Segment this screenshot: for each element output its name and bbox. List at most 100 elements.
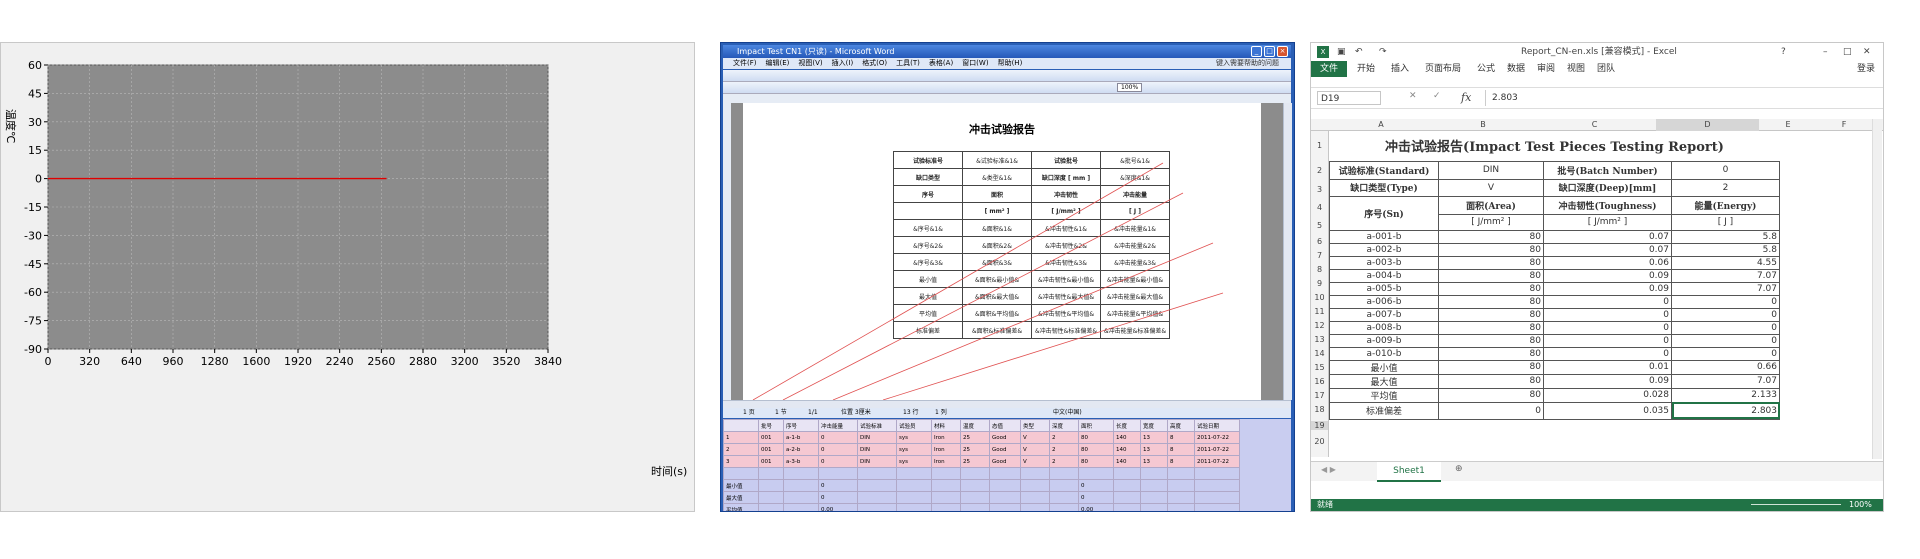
sn-cell[interactable]: a-004-b	[1329, 268, 1439, 283]
grid-empty-cell[interactable]	[1167, 491, 1195, 504]
value-cell[interactable]: 80	[1438, 346, 1544, 361]
grid-cell[interactable]: 2011-07-22	[1194, 431, 1240, 444]
row-header[interactable]: 4	[1311, 203, 1328, 212]
menu-format[interactable]: 格式(O)	[862, 58, 887, 69]
row-header[interactable]: 3	[1311, 185, 1328, 194]
value-cell[interactable]: 0.035	[1543, 401, 1672, 420]
grid-stats-cell[interactable]: 0	[1078, 491, 1114, 504]
grid-empty-cell[interactable]	[1049, 503, 1079, 511]
grid-cell[interactable]: 0	[818, 443, 858, 456]
grid-empty-cell[interactable]	[931, 479, 961, 492]
value-cell[interactable]: 0	[1543, 320, 1672, 335]
sn-cell[interactable]: 最小值	[1329, 359, 1439, 375]
grid-cell[interactable]: 8	[1167, 443, 1195, 456]
grid-cell[interactable]: Good	[989, 431, 1021, 444]
grid-empty-cell[interactable]	[857, 491, 897, 504]
grid-cell[interactable]: 25	[960, 443, 990, 456]
grid-cell[interactable]: 001	[758, 455, 784, 468]
grid-cell[interactable]: 80	[1078, 443, 1114, 456]
help-icon[interactable]: ?	[1781, 43, 1786, 61]
function-icon[interactable]: fx	[1461, 91, 1471, 104]
value-cell[interactable]: 0	[1671, 333, 1780, 348]
sheet-nav-icon[interactable]: ◀ ▶	[1321, 465, 1336, 474]
area-unit-cell[interactable]: [ J/mm² ]	[1438, 213, 1544, 231]
value-cell[interactable]: 0	[1543, 346, 1672, 361]
save-icon[interactable]: ▣	[1337, 43, 1346, 61]
grid-empty-cell[interactable]	[896, 503, 932, 511]
grid-empty-cell[interactable]	[1194, 479, 1240, 492]
grid-column-header[interactable]: 类型	[1020, 419, 1050, 432]
value-cell[interactable]: 2.803	[1671, 401, 1780, 420]
word-horizontal-scrollbar[interactable]	[723, 400, 1291, 408]
grid-column-header[interactable]: 面积	[1078, 419, 1114, 432]
value-cell[interactable]: 80	[1438, 387, 1544, 403]
value-cell[interactable]: 80	[1438, 255, 1544, 270]
value-cell[interactable]: 0.028	[1543, 387, 1672, 403]
grid-empty-cell[interactable]	[1020, 479, 1050, 492]
grid-empty-cell[interactable]	[1194, 491, 1240, 504]
grid-cell[interactable]: Iron	[931, 443, 961, 456]
batch-label-cell[interactable]: 批号(Batch Number)	[1543, 160, 1672, 180]
batch-value-cell[interactable]: 0	[1671, 160, 1780, 180]
toughness-unit-cell[interactable]: [ J/mm² ]	[1543, 213, 1672, 231]
word-vertical-scrollbar[interactable]	[1283, 103, 1292, 400]
grid-cell[interactable]: 13	[1140, 443, 1168, 456]
word-close-button[interactable]: ×	[1277, 46, 1288, 57]
menu-window[interactable]: 窗口(W)	[962, 58, 988, 69]
tab-team[interactable]: 团队	[1597, 61, 1615, 77]
sn-cell[interactable]: 平均值	[1329, 387, 1439, 403]
value-cell[interactable]: 0.07	[1543, 229, 1672, 244]
row-header[interactable]: 9	[1311, 279, 1328, 288]
column-header-f[interactable]: F	[1817, 119, 1871, 131]
grid-stats-cell[interactable]: 最小值	[723, 479, 759, 492]
cancel-icon[interactable]: ✕	[1409, 91, 1417, 101]
type-label-cell[interactable]: 缺口类型(Type)	[1329, 178, 1439, 197]
value-cell[interactable]: 5.8	[1671, 242, 1780, 257]
row-header[interactable]: 11	[1311, 307, 1328, 316]
excel-vertical-scrollbar[interactable]	[1872, 119, 1882, 459]
row-header[interactable]: 2	[1311, 166, 1328, 175]
row-header[interactable]: 17	[1311, 391, 1328, 400]
grid-cell[interactable]: 2	[1049, 431, 1079, 444]
grid-cell[interactable]: 2	[1049, 455, 1079, 468]
menu-tools[interactable]: 工具(T)	[896, 58, 920, 69]
grid-column-header[interactable]: 批号	[758, 419, 784, 432]
value-cell[interactable]: 0.07	[1543, 242, 1672, 257]
grid-cell[interactable]: V	[1020, 443, 1050, 456]
grid-cell[interactable]: Good	[989, 443, 1021, 456]
sn-cell[interactable]: a-009-b	[1329, 333, 1439, 348]
maximize-icon[interactable]: □	[1843, 43, 1852, 61]
grid-empty-cell[interactable]	[783, 479, 819, 492]
grid-empty-cell[interactable]	[783, 491, 819, 504]
grid-column-header[interactable]: 长度	[1113, 419, 1141, 432]
row-header[interactable]: 18	[1311, 405, 1328, 414]
value-cell[interactable]: 0	[1671, 346, 1780, 361]
grid-empty-cell[interactable]	[857, 479, 897, 492]
value-cell[interactable]: 7.07	[1671, 373, 1780, 389]
sn-cell[interactable]: a-008-b	[1329, 320, 1439, 335]
grid-cell[interactable]: 2011-07-22	[1194, 455, 1240, 468]
deep-label-cell[interactable]: 缺口深度(Deep)[mm]	[1543, 178, 1672, 197]
grid-empty-cell[interactable]	[1049, 479, 1079, 492]
grid-empty-cell[interactable]	[1140, 503, 1168, 511]
value-cell[interactable]: 80	[1438, 268, 1544, 283]
tab-home[interactable]: 开始	[1357, 61, 1375, 77]
grid-column-header[interactable]: 试验员	[896, 419, 932, 432]
row-header[interactable]: 19	[1311, 420, 1328, 430]
row-header[interactable]: 20	[1311, 437, 1328, 446]
tab-view[interactable]: 视图	[1567, 61, 1585, 77]
grid-cell[interactable]: V	[1020, 431, 1050, 444]
grid-cell[interactable]: sys	[896, 443, 932, 456]
value-cell[interactable]: 80	[1438, 229, 1544, 244]
grid-empty-cell[interactable]	[1113, 479, 1141, 492]
grid-cell[interactable]: Iron	[931, 431, 961, 444]
toughness-label-cell[interactable]: 冲击韧性(Toughness)	[1543, 195, 1672, 215]
grid-empty-cell[interactable]	[931, 491, 961, 504]
grid-column-header[interactable]: 试验标准	[857, 419, 897, 432]
word-document-page[interactable]: 冲击试验报告 试验标准号 &试验标准&1& 试验批号 &批号&1& 缺口类型 &类型&1&…	[743, 103, 1261, 400]
close-icon[interactable]: ✕	[1863, 43, 1871, 61]
value-cell[interactable]: 4.55	[1671, 255, 1780, 270]
grid-cell[interactable]: Iron	[931, 455, 961, 468]
value-cell[interactable]: 0	[1543, 333, 1672, 348]
value-cell[interactable]: 0.09	[1543, 281, 1672, 296]
